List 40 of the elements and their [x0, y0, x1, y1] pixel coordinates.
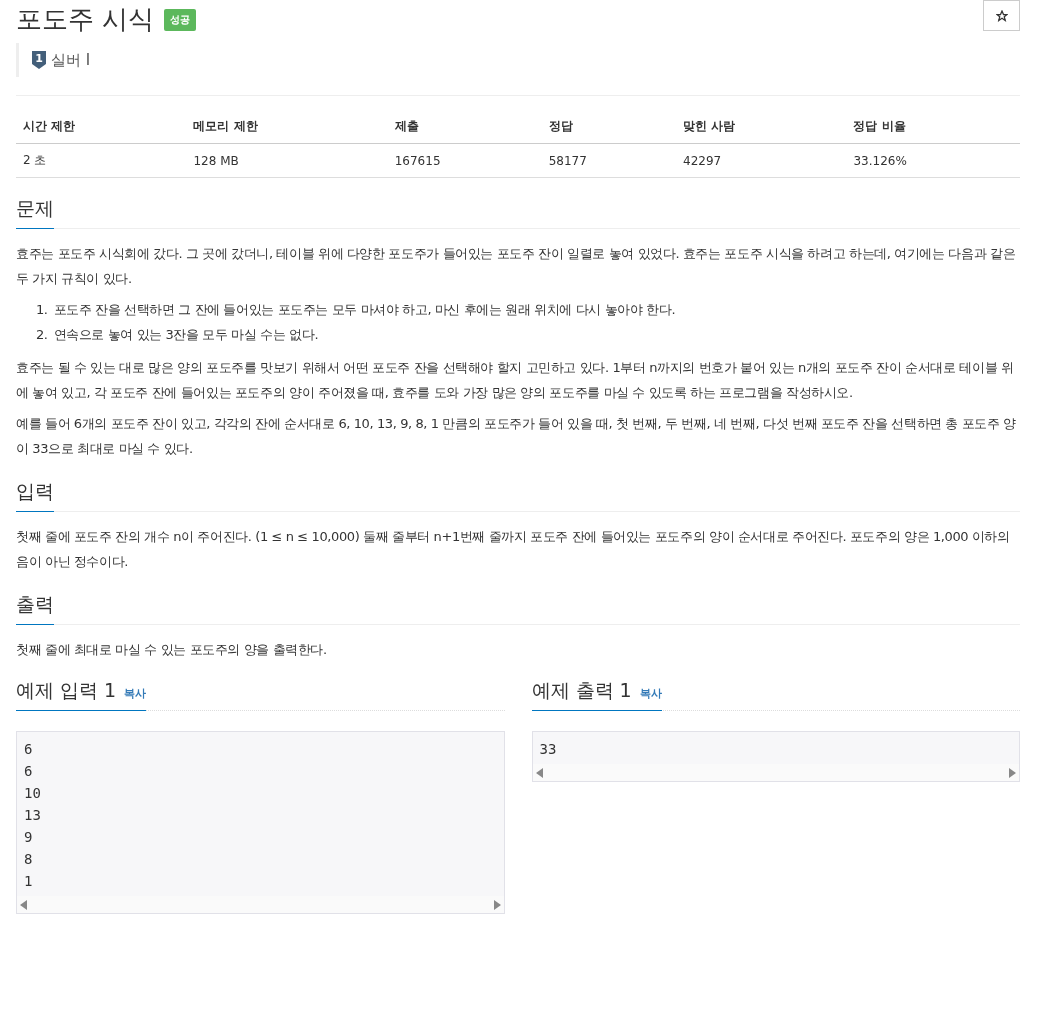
section-heading: 출력	[16, 592, 54, 625]
paragraph: 첫째 줄에 포도주 잔의 개수 n이 주어진다. (1 ≤ n ≤ 10,000) 둘째 줄부터 n+1번째 줄까지 포도주 잔에 들어있는 포도주의 양이 순서대로 주어진다. 포도주의 양은 1,000 이하의 음이 아닌 정수이다.	[16, 528, 1011, 571]
paragraph: 예를 들어 6개의 포도주 잔이 있고, 각각의 잔에 순서대로 6, 10, 13, 9, 8, 1 만큼의 포도주가 들어 있을 때, 첫 번째, 두 번째, 네 번째, 다섯 번째 포도주 잔을 선택하면 총 포도주 양이 33으로 최대로 마실 수 있다.	[16, 415, 1017, 458]
column-header: 시간 제한	[16, 110, 187, 144]
code-line: 13	[23, 806, 42, 825]
section-heading: 문제	[16, 196, 54, 229]
table-cell: 42297	[676, 143, 847, 178]
table-cell: 2 초	[16, 143, 187, 178]
table-cell: 167615	[387, 143, 542, 178]
list-item-text: 포도주 잔을 선택하면 그 잔에 들어있는 포도주는 모두 마셔야 하고, 마신 후에는 원래 위치에 다시 놓아야 한다.	[53, 301, 676, 319]
column-header: 메모리 제한	[186, 110, 388, 144]
code-line: 10	[23, 784, 42, 803]
paragraph: 첫째 줄에 최대로 마실 수 있는 포도주의 양을 출력한다.	[16, 641, 328, 659]
sample-heading: 예제 입력 1	[16, 678, 117, 703]
code-line: 1	[23, 872, 34, 891]
list-item-text: 연속으로 놓여 있는 3잔을 모두 마실 수는 없다.	[53, 326, 319, 344]
code-line: 9	[23, 828, 34, 847]
list-number: 2.	[36, 326, 48, 344]
code-line: 33	[538, 740, 558, 759]
problem-title: 포도주 시식	[16, 3, 155, 36]
list-number: 1.	[36, 301, 48, 319]
table-cell: 128 MB	[186, 143, 388, 178]
table-cell: 58177	[541, 143, 677, 178]
code-line: 6	[23, 762, 34, 781]
paragraph: 효주는 될 수 있는 대로 많은 양의 포도주를 맛보기 위해서 어떤 포도주 잔을 선택해야 할지 고민하고 있다. 1부터 n까지의 번호가 붙어 있는 n개의 포도주 잔이 순서대로 테이블 위에 놓여 있고, 각 포도주 잔에 들어있는 포도주의 양이 주어졌을 때, 효주를 도와 가장 많은 양의 포도주를 마실 수 있도록 하는 프로그램을 작성하시오.	[16, 359, 1015, 402]
sample-heading: 예제 출력 1	[531, 678, 632, 703]
column-header: 정답 비율	[846, 110, 1020, 144]
table-cell: 33.126%	[846, 143, 1020, 178]
column-header: 제출	[387, 110, 542, 144]
tier-icon: 1	[31, 50, 47, 70]
code-line: 8	[23, 850, 34, 869]
paragraph: 효주는 포도주 시식회에 갔다. 그 곳에 갔더니, 테이블 위에 다양한 포도주가 들어있는 포도주 잔이 일렬로 놓여 있었다. 효주는 포도주 시식을 하려고 하는데, 여기에는 다음과 같은 두 가지 규칙이 있다.	[16, 245, 1017, 288]
column-header: 맞힌 사람	[676, 110, 847, 144]
code-line: 6	[23, 740, 34, 759]
result-badge: 성공	[164, 8, 197, 31]
copy-link[interactable]: 복사	[124, 686, 147, 701]
copy-link[interactable]: 복사	[639, 686, 662, 701]
column-header: 정답	[541, 110, 677, 144]
tier-name: 실버 I	[51, 50, 91, 70]
section-heading: 입력	[16, 479, 54, 512]
